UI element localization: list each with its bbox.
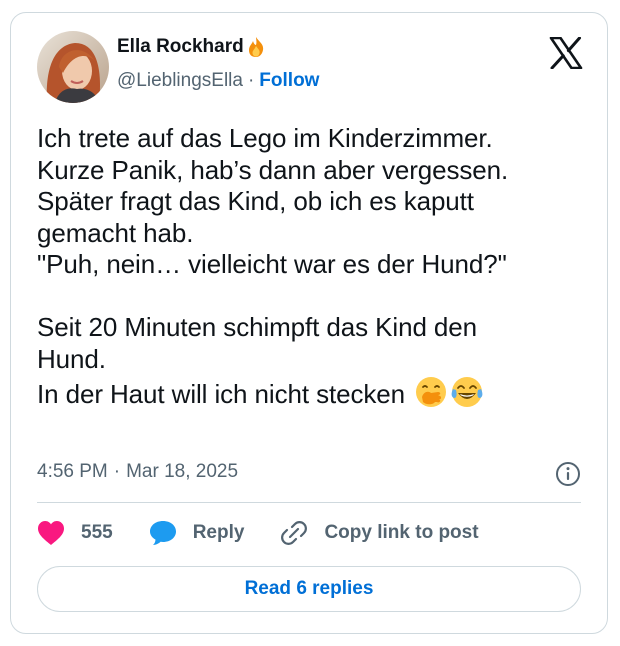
copy-link-button[interactable]: Copy link to post <box>280 519 479 547</box>
read-replies-label: Read 6 replies <box>244 578 374 599</box>
author-handle-row: @LieblingsElla · Follow <box>117 70 319 92</box>
author-handle[interactable]: @LieblingsElla <box>117 70 243 91</box>
speech-bubble-icon <box>149 521 176 545</box>
avatar[interactable] <box>37 31 109 103</box>
tweet-date[interactable]: Mar 18, 2025 <box>126 461 238 482</box>
read-replies-button[interactable]: Read 6 replies <box>37 566 581 612</box>
link-icon <box>281 521 308 545</box>
hand-over-mouth-emoji-icon <box>414 375 448 409</box>
info-icon[interactable] <box>555 461 581 487</box>
tweet-line-last: In der Haut will ich nicht stecken <box>37 375 597 411</box>
handle-separator: · <box>247 70 255 91</box>
reply-label: Reply <box>192 522 245 543</box>
like-button[interactable]: 555 <box>37 520 113 546</box>
tweet-line: "Puh, nein… vielleicht war es der Hund?" <box>37 249 507 279</box>
tweet-line: In der Haut will ich nicht stecken <box>37 379 405 409</box>
tweet-line: gemacht hab. <box>37 217 194 248</box>
tears-of-joy-emoji-icon <box>450 375 484 409</box>
timestamp-separator: · <box>113 461 121 482</box>
fire-emoji-icon <box>246 36 266 58</box>
tweet-line: Später fragt das Kind, ob ich es kaputt <box>37 186 474 216</box>
author-name[interactable]: Ella Rockhard <box>117 36 244 58</box>
tweet-line: Hund. <box>37 343 106 374</box>
tweet-line: Seit 20 Minuten schimpft das Kind den <box>37 312 478 342</box>
timestamp[interactable]: 4:56 PM · Mar 18, 2025 <box>37 461 238 483</box>
tweet-text: Ich trete auf das Lego im Kinderzimmer. … <box>37 123 597 411</box>
tweet-card: Ella Rockhard @LieblingsElla · Follow Ich … <box>10 12 608 634</box>
action-bar: 555 Reply Copy link to post <box>37 517 515 549</box>
heart-icon <box>38 521 64 545</box>
follow-button[interactable]: Follow <box>259 70 319 91</box>
tweet-time[interactable]: 4:56 PM <box>37 461 108 482</box>
profile-photo-icon <box>37 31 109 103</box>
x-logo-icon[interactable] <box>549 36 583 70</box>
reply-button[interactable]: Reply <box>149 520 245 546</box>
like-count: 555 <box>81 522 113 543</box>
author-name-row[interactable]: Ella Rockhard <box>117 36 266 58</box>
copy-link-label: Copy link to post <box>324 522 479 543</box>
tweet-line: Ich trete auf das Lego im Kinderzimmer. <box>37 123 493 153</box>
divider <box>37 502 581 503</box>
tweet-line: Kurze Panik, hab’s dann aber vergessen. <box>37 154 509 185</box>
